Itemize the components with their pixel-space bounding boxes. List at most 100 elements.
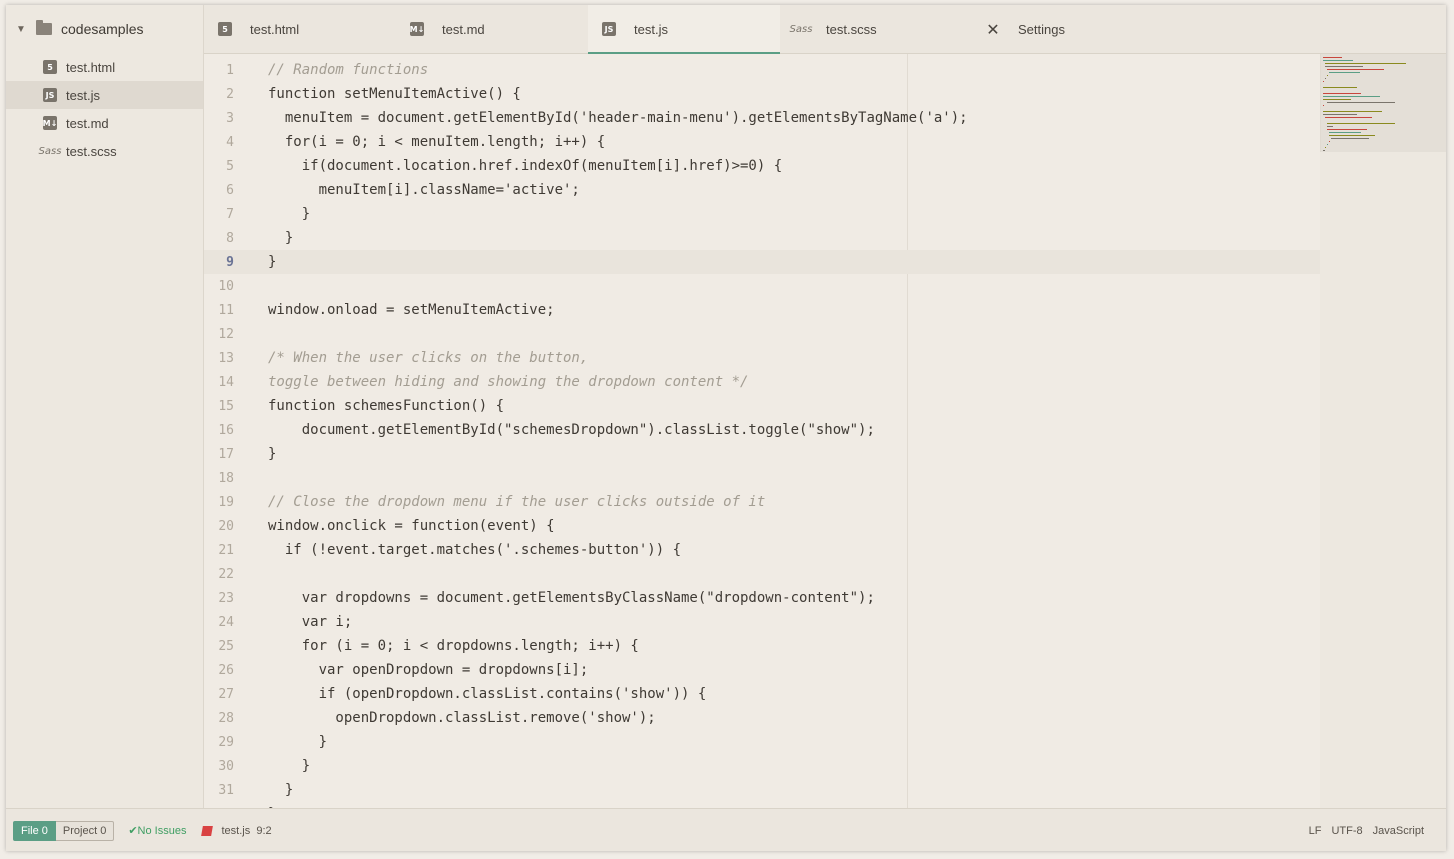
code-line[interactable]: 9}: [204, 250, 1320, 274]
tab-test-md[interactable]: M↓ test.md: [396, 5, 588, 53]
file-issues-toggle[interactable]: File 0: [13, 820, 56, 841]
line-number: 24: [218, 614, 234, 630]
code-line[interactable]: 13 /* When the user clicks on the button,: [204, 346, 1320, 370]
code-line[interactable]: 19 // Close the dropdown menu if the user…: [204, 490, 1320, 514]
code-line[interactable]: 22: [204, 562, 1320, 586]
line-number: 1: [226, 62, 234, 78]
tab-label: test.js: [634, 21, 668, 37]
tree-item-test-html[interactable]: 5 test.html: [6, 53, 203, 81]
editor-window: ▼ codesamples 5 test.html JS test.js M↓ test.…: [6, 5, 1446, 851]
code-line[interactable]: 4 for(i = 0; i < menuItem.length; i++) {: [204, 130, 1320, 154]
line-number: 7: [226, 206, 234, 222]
code-text: }: [268, 206, 311, 222]
markdown-icon: M↓: [43, 116, 57, 130]
code-text: openDropdown.classList.remove('show');: [268, 710, 656, 726]
minimap-line: [1327, 129, 1367, 130]
code-line[interactable]: 7 }: [204, 202, 1320, 226]
line-number: 11: [218, 302, 234, 318]
minimap-line: [1323, 81, 1324, 82]
minimap[interactable]: [1320, 54, 1446, 152]
line-number: 2: [226, 86, 234, 102]
minimap-line: [1323, 60, 1353, 61]
code-line[interactable]: 1 // Random functions: [204, 58, 1320, 82]
tree-item-test-md[interactable]: M↓ test.md: [6, 109, 203, 137]
project-issues-toggle[interactable]: Project 0: [55, 820, 115, 841]
tree-item-test-js[interactable]: JS test.js: [6, 81, 203, 109]
code-line[interactable]: 26 var openDropdown = dropdowns[i];: [204, 658, 1320, 682]
code-text: var openDropdown = dropdowns[i];: [268, 662, 589, 678]
tree-root-folder[interactable]: ▼ codesamples: [6, 5, 203, 53]
code-text: }: [268, 782, 294, 798]
tab-test-html[interactable]: 5 test.html: [204, 5, 396, 53]
code-line[interactable]: 10: [204, 274, 1320, 298]
minimap-line: [1327, 144, 1328, 145]
code-text: if (openDropdown.classList.contains('sho…: [268, 686, 707, 702]
code-line[interactable]: 29 }: [204, 730, 1320, 754]
code-line[interactable]: 28 openDropdown.classList.remove('show')…: [204, 706, 1320, 730]
file-info[interactable]: test.js 9:2: [201, 824, 272, 837]
code-text: menuItem[i].className='active';: [268, 182, 580, 198]
line-number: 29: [218, 734, 234, 750]
tab-label: test.md: [442, 21, 485, 37]
cursor-position[interactable]: 9:2: [256, 825, 271, 837]
status-bar: File 0 Project 0 ✔No Issues test.js 9:2 L…: [6, 808, 1446, 851]
code-line[interactable]: 31 }: [204, 778, 1320, 802]
line-number: 23: [218, 590, 234, 606]
code-line[interactable]: 15 function schemesFunction() {: [204, 394, 1320, 418]
code-line[interactable]: 6 menuItem[i].className='active';: [204, 178, 1320, 202]
code-text: var i;: [268, 614, 353, 630]
code-text: }: [268, 734, 328, 750]
code-line[interactable]: 2 function setMenuItemActive() {: [204, 82, 1320, 106]
minimap-line: [1327, 102, 1395, 103]
code-line[interactable]: 24 var i;: [204, 610, 1320, 634]
linter-status[interactable]: ✔No Issues: [128, 824, 186, 837]
code-line[interactable]: 23 var dropdowns = document.getElementsB…: [204, 586, 1320, 610]
tools-icon: ✕: [986, 19, 1000, 39]
code-line[interactable]: 5 if(document.location.href.indexOf(menu…: [204, 154, 1320, 178]
grammar-selector[interactable]: JavaScript: [1373, 825, 1424, 837]
code-line[interactable]: 12: [204, 322, 1320, 346]
code-editor[interactable]: 1 // Random functions 2 function setMenuIte…: [204, 54, 1320, 808]
code-line[interactable]: 18: [204, 466, 1320, 490]
code-line[interactable]: 25 for (i = 0; i < dropdowns.length; i++…: [204, 634, 1320, 658]
tab-test-js[interactable]: JS test.js: [588, 5, 780, 54]
html5-icon: 5: [43, 60, 57, 74]
code-line[interactable]: 14 toggle between hiding and showing the …: [204, 370, 1320, 394]
code-text: function setMenuItemActive() {: [268, 86, 521, 102]
tree-item-label: test.scss: [66, 143, 117, 159]
encoding-selector[interactable]: UTF-8: [1331, 825, 1362, 837]
code-text: if (!event.target.matches('.schemes-butt…: [268, 542, 682, 558]
tab-test-scss[interactable]: Sass test.scss: [780, 5, 972, 53]
line-number: 28: [218, 710, 234, 726]
code-line[interactable]: 3 menuItem = document.getElementById('he…: [204, 106, 1320, 130]
chevron-down-icon[interactable]: ▼: [16, 24, 30, 35]
minimap-line: [1323, 57, 1342, 58]
code-line[interactable]: 17}: [204, 442, 1320, 466]
code-text: }: [268, 230, 294, 246]
code-text: for(i = 0; i < menuItem.length; i++) {: [268, 134, 606, 150]
line-number: 6: [226, 182, 234, 198]
line-number: 21: [218, 542, 234, 558]
line-number: 20: [218, 518, 234, 534]
tree-item-test-scss[interactable]: Sass test.scss: [6, 137, 203, 165]
minimap-line: [1327, 69, 1384, 70]
line-number: 13: [218, 350, 234, 366]
line-ending-selector[interactable]: LF: [1309, 825, 1322, 837]
file-name: test.js: [221, 824, 251, 837]
line-number: 4: [226, 134, 234, 150]
code-line[interactable]: 20 window.onclick = function(event) {: [204, 514, 1320, 538]
minimap-line: [1327, 126, 1333, 127]
line-number: 9: [226, 254, 234, 270]
line-number: 22: [218, 566, 234, 582]
tab-label: test.html: [250, 21, 300, 37]
file-type-icon: Sass: [789, 23, 813, 35]
code-line[interactable]: 11 window.onload = setMenuItemActive;: [204, 298, 1320, 322]
code-line[interactable]: 30 }: [204, 754, 1320, 778]
minimap-line: [1323, 96, 1380, 97]
code-line[interactable]: 21 if (!event.target.matches('.schemes-b…: [204, 538, 1320, 562]
code-line[interactable]: 8 }: [204, 226, 1320, 250]
tree-item-label: test.html: [66, 59, 116, 75]
code-line[interactable]: 16 document.getElementById("schemesDropd…: [204, 418, 1320, 442]
code-line[interactable]: 27 if (openDropdown.classList.contains('…: [204, 682, 1320, 706]
tab-settings[interactable]: ✕ Settings: [972, 5, 1164, 53]
